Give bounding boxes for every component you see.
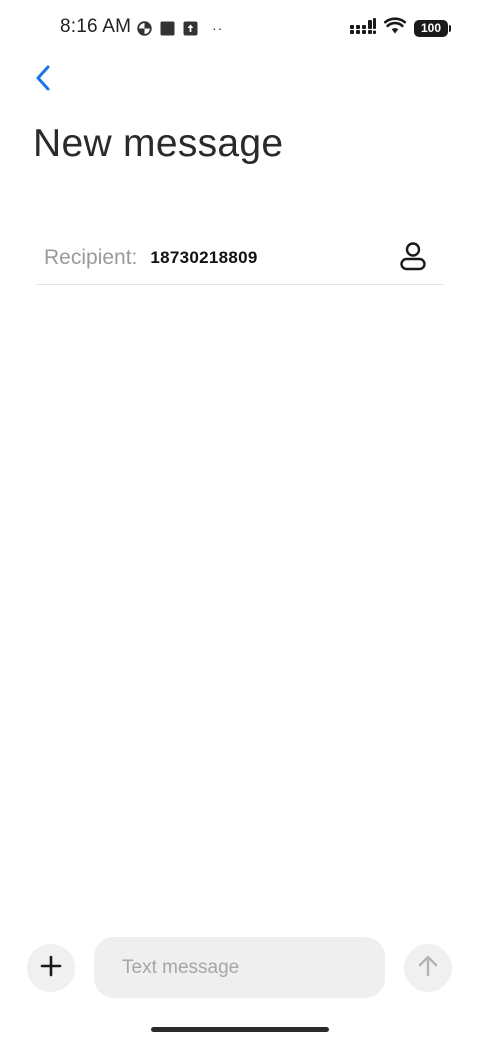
home-indicator[interactable] [151,1027,329,1032]
recipient-number[interactable]: 18730218809 [150,248,257,268]
message-input[interactable] [94,937,385,998]
add-attachment-button[interactable] [27,944,75,992]
send-button[interactable] [404,944,452,992]
person-icon [398,241,428,276]
square-notification-icon [160,21,175,36]
arrow-up-icon [416,954,440,983]
page-title: New message [33,122,284,165]
select-contact-button[interactable] [396,241,430,275]
plus-icon [40,955,62,982]
system-icons: 100 [350,17,451,39]
notification-icons: ·· [137,19,223,37]
status-time: 8:16 AM [60,16,132,37]
status-bar: 8:16 AM ·· 100 [0,0,480,56]
battery-icon: 100 [414,19,451,37]
recipient-label: Recipient: [44,246,138,269]
battery-level: 100 [420,21,442,35]
chevron-left-icon [34,64,52,97]
more-notifications-indicator: ·· [212,20,224,36]
cellular-signal-icon [350,17,376,39]
upload-notification-icon [183,21,198,36]
data-saver-icon [137,20,152,36]
back-button[interactable] [26,62,60,98]
wifi-icon [383,17,407,39]
recipient-field[interactable]: Recipient: 18730218809 [36,232,444,285]
